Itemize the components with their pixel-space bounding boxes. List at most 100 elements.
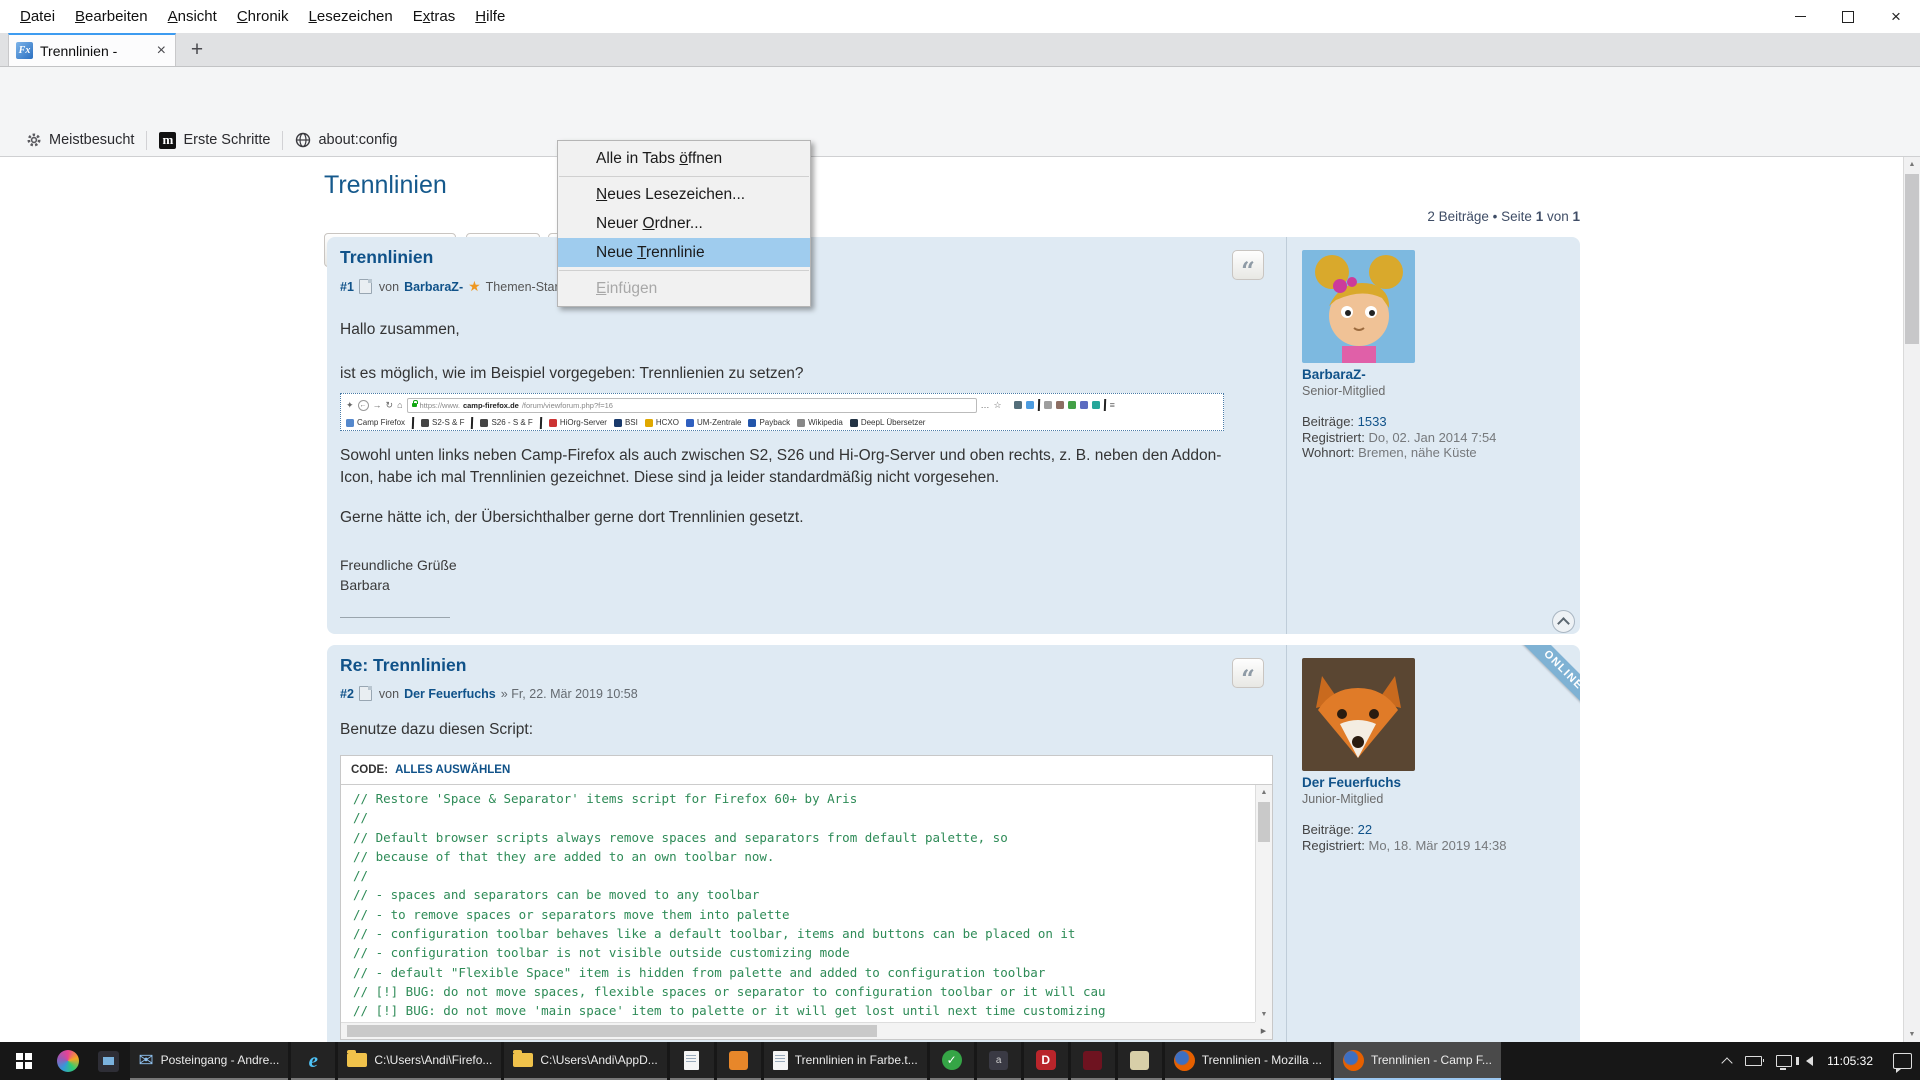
taskbar-firefox-button-2[interactable]: Trennlinien - Camp F... <box>1334 1042 1501 1080</box>
volume-icon[interactable] <box>1806 1056 1813 1066</box>
tray-expand-icon[interactable] <box>1722 1057 1733 1068</box>
notepad-icon <box>773 1051 788 1070</box>
page-scrollbar[interactable]: ▲ ▼ <box>1903 157 1920 1042</box>
scrollbar-thumb[interactable] <box>1258 802 1270 842</box>
code-vertical-scrollbar[interactable]: ▲ ▼ <box>1255 785 1272 1022</box>
maximize-button[interactable] <box>1824 0 1872 33</box>
taskbar-mail-button[interactable]: ✉Posteingang - Andre... <box>130 1042 289 1080</box>
scroll-to-top-button[interactable] <box>1552 610 1575 633</box>
minimize-icon <box>1795 16 1806 18</box>
clock[interactable]: 11:05:32 <box>1827 1054 1873 1068</box>
taskbar-explorer-button-1[interactable]: C:\Users\Andi\Firefo... <box>338 1042 501 1080</box>
post-page-icon[interactable] <box>359 279 372 294</box>
taskbar-notepad-button[interactable] <box>670 1042 714 1080</box>
battery-icon[interactable] <box>1745 1056 1762 1066</box>
firefox-window: Datei Bearbeiten Ansicht Chronik Lesezei… <box>0 0 1920 1080</box>
profile-registered: Registriert: Do, 02. Jan 2014 7:54 <box>1302 430 1579 446</box>
chevron-up-icon <box>1557 617 1570 630</box>
menu-item-einfuegen: Einfügen <box>558 274 810 303</box>
post-meta: #2 von Der Feuerfuchs » Fr, 22. Mär 2019… <box>340 686 1275 701</box>
menu-lesezeichen[interactable]: Lesezeichen <box>299 0 403 33</box>
menu-item-alle-in-tabs[interactable]: Alle in Tabs öffnen <box>558 144 810 173</box>
navigation-toolbar: ← → ↻ ⌂ i https://www.camp-firefox.de/fo… <box>0 67 1920 124</box>
signature-divider <box>340 617 450 618</box>
pinned-app-button-2[interactable] <box>88 1042 128 1080</box>
menu-ansicht[interactable]: Ansicht <box>158 0 227 33</box>
scrollbar-thumb[interactable] <box>347 1025 877 1037</box>
scroll-right-icon[interactable]: ▶ <box>1255 1022 1272 1039</box>
menu-extras[interactable]: Extras <box>403 0 466 33</box>
drawn-separator-mark <box>412 416 414 428</box>
author-link[interactable]: BarbaraZ- <box>404 280 463 294</box>
drawn-separator-mark <box>540 416 542 428</box>
display-icon[interactable] <box>1776 1055 1792 1067</box>
avatar[interactable] <box>1302 658 1415 771</box>
page-title[interactable]: Trennlinien <box>324 171 447 200</box>
tab-title: Trennlinien - <box>40 43 155 59</box>
orange-app-icon <box>729 1051 748 1070</box>
menu-datei[interactable]: Datei <box>10 0 65 33</box>
menu-bearbeiten[interactable]: Bearbeiten <box>65 0 158 33</box>
bookmark-erste-schritte[interactable]: m Erste Schritte <box>147 132 282 149</box>
image-app-icon <box>98 1051 119 1072</box>
menu-item-neues-lesezeichen[interactable]: Neues Lesezeichen... <box>558 180 810 209</box>
avatar[interactable] <box>1302 250 1415 363</box>
taskbar-app-button-green[interactable]: ✓ <box>930 1042 974 1080</box>
scroll-down-icon[interactable]: ▼ <box>1256 1007 1272 1022</box>
maximize-icon <box>1842 11 1854 23</box>
taskbar-ie-button[interactable]: e <box>291 1042 335 1080</box>
profile-username[interactable]: BarbaraZ- <box>1302 367 1579 382</box>
tab-close-icon[interactable]: × <box>155 42 168 60</box>
minimize-button[interactable] <box>1776 0 1824 33</box>
post-number[interactable]: #2 <box>340 687 354 701</box>
taskbar-files-button[interactable] <box>1118 1042 1162 1080</box>
taskbar-app-button-dark[interactable]: a <box>977 1042 1021 1080</box>
mini-reload-icon: ↻ <box>386 401 394 410</box>
profile-posts: Beiträge: 1533 <box>1302 414 1579 430</box>
profile-username[interactable]: Der Feuerfuchs <box>1302 775 1579 790</box>
select-all-link[interactable]: ALLES AUSWÄHLEN <box>395 764 510 776</box>
mini-addon-icons: ≡ <box>1014 399 1115 411</box>
scroll-up-icon[interactable]: ▲ <box>1904 157 1920 172</box>
menu-item-neue-trennlinie[interactable]: Neue Trennlinie <box>558 238 810 267</box>
bookmark-meistbesucht[interactable]: Meistbesucht <box>14 132 146 148</box>
folder-icon <box>513 1053 533 1067</box>
post-date: » Fr, 22. Mär 2019 10:58 <box>501 687 638 701</box>
pinned-app-button-1[interactable] <box>48 1042 88 1080</box>
mini-browser-toolbar: ✦ ← → ↻ ⌂ https://www.camp-firefox.de/fo… <box>346 396 1218 414</box>
close-icon: × <box>1891 7 1901 27</box>
action-center-icon[interactable] <box>1893 1053 1912 1069</box>
mini-dots-icon: … <box>981 401 990 410</box>
drawn-separator-mark <box>1103 399 1105 411</box>
close-button[interactable]: × <box>1872 0 1920 33</box>
author-link[interactable]: Der Feuerfuchs <box>404 687 496 701</box>
taskbar-textfile-button[interactable]: Trennlinien in Farbe.t... <box>764 1042 927 1080</box>
green-check-icon: ✓ <box>942 1050 962 1070</box>
menu-item-neuer-ordner[interactable]: Neuer Ordner... <box>558 209 810 238</box>
post-number[interactable]: #1 <box>340 280 354 294</box>
taskbar-app-button-darkred[interactable] <box>1071 1042 1115 1080</box>
system-tray: 11:05:32 <box>1723 1042 1920 1080</box>
post-title[interactable]: Re: Trennlinien <box>340 655 1275 676</box>
new-tab-button[interactable]: + <box>182 36 212 64</box>
scroll-down-icon[interactable]: ▼ <box>1904 1027 1920 1042</box>
bookmark-about-config[interactable]: about:config <box>283 132 409 148</box>
mini-back-icon: ← <box>358 400 369 411</box>
start-button[interactable] <box>0 1042 48 1080</box>
taskbar-app-button-orange[interactable] <box>717 1042 761 1080</box>
code-content[interactable]: // Restore 'Space & Separator' items scr… <box>341 785 1255 1022</box>
scrollbar-thumb[interactable] <box>1905 174 1919 344</box>
scroll-up-icon[interactable]: ▲ <box>1256 785 1272 800</box>
firefox-icon <box>1343 1050 1364 1071</box>
menu-chronik[interactable]: Chronik <box>227 0 299 33</box>
post-page-icon[interactable] <box>359 686 372 701</box>
tab-trennlinien[interactable]: Fx Trennlinien - × <box>8 33 176 66</box>
code-horizontal-scrollbar[interactable] <box>341 1022 1255 1039</box>
taskbar-explorer-button-2[interactable]: C:\Users\Andi\AppD... <box>504 1042 666 1080</box>
taskbar-firefox-button-1[interactable]: Trennlinien - Mozilla ... <box>1165 1042 1331 1080</box>
menu-hilfe[interactable]: Hilfe <box>465 0 515 33</box>
attachment-screenshot[interactable]: ✦ ← → ↻ ⌂ https://www.camp-firefox.de/fo… <box>340 393 1224 431</box>
taskbar-app-button-d[interactable]: D <box>1024 1042 1068 1080</box>
tab-strip: Fx Trennlinien - × + <box>0 33 1920 67</box>
avatar-girl-image <box>1302 250 1415 363</box>
